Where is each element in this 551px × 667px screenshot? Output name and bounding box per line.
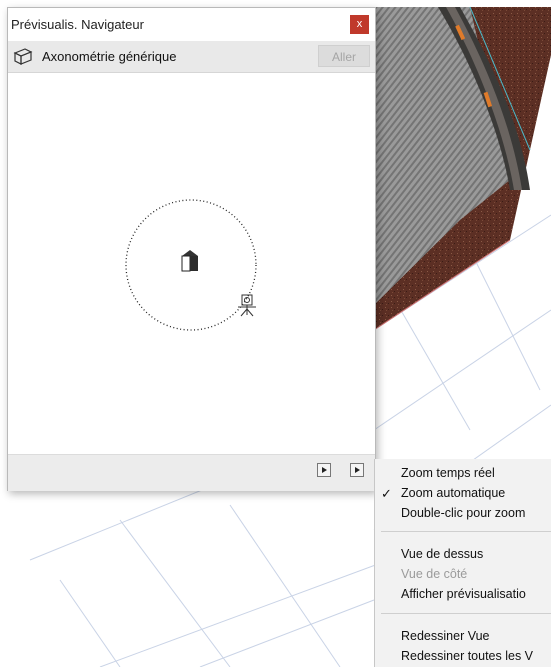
preview-area[interactable] — [8, 73, 375, 454]
panel-titlebar[interactable]: Prévisualis. Navigateur x — [8, 8, 375, 41]
menu-item-show-preview[interactable]: Afficher prévisualisatio — [401, 587, 526, 601]
menu-item-label: Zoom automatique — [401, 486, 506, 500]
menu-item-auto-zoom[interactable]: ✓ Zoom automatique — [381, 486, 506, 501]
menu-item-side-view: Vue de côté — [401, 567, 467, 581]
panel-title: Prévisualis. Navigateur — [11, 17, 144, 32]
menu-item-label: Afficher prévisualisatio — [401, 587, 526, 601]
menu-item-label: Redessiner toutes les V — [401, 649, 534, 663]
menu-item-redraw-view[interactable]: Redessiner Vue — [401, 629, 489, 643]
camera-on-tripod-icon[interactable] — [238, 294, 256, 317]
house-block-icon — [181, 250, 198, 272]
cube-outline-icon — [13, 48, 33, 65]
preview-canvas — [125, 199, 257, 331]
menu-item-label: Vue de dessus — [401, 547, 484, 561]
close-button[interactable]: x — [350, 15, 369, 34]
menu-arrow-icon[interactable] — [350, 463, 364, 477]
menu-item-label: Double-clic pour zoom — [401, 506, 526, 520]
menu-item-redraw-all-views[interactable]: Redessiner toutes les V — [401, 649, 533, 663]
view-name: Axonométrie générique — [42, 49, 177, 64]
menu-item-label: Zoom temps réel — [401, 466, 495, 480]
play-arrow-icon[interactable] — [317, 463, 331, 477]
options-popup-menu: Zoom temps réel ✓ Zoom automatique Doubl… — [374, 459, 551, 667]
menu-item-label: Redessiner Vue — [401, 629, 490, 643]
close-icon: x — [356, 18, 363, 30]
checkmark-icon: ✓ — [381, 486, 392, 501]
menu-item-label: Vue de côté — [401, 567, 468, 581]
current-view-bar: Axonométrie générique Aller — [8, 41, 375, 73]
panel-footer — [8, 454, 375, 491]
menu-item-top-view[interactable]: Vue de dessus — [401, 547, 483, 561]
menu-separator — [381, 531, 551, 532]
menu-separator — [381, 613, 551, 614]
menu-item-realtime-zoom[interactable]: Zoom temps réel — [401, 466, 495, 480]
menu-item-double-click-zoom[interactable]: Double-clic pour zoom — [401, 506, 525, 520]
go-button[interactable]: Aller — [318, 45, 370, 67]
navigator-preview-panel: Prévisualis. Navigateur x Axonométrie gé… — [7, 7, 376, 491]
